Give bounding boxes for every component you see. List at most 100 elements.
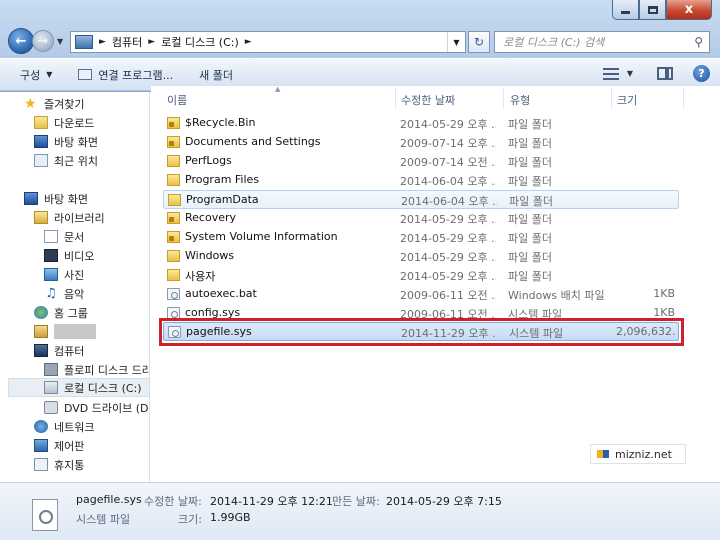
- file-row[interactable]: PerfLogs 2009-07-14 오전 ... 파일 폴더: [163, 152, 679, 171]
- nav-homegroup-label: 홈 그룹: [54, 306, 88, 320]
- breadcrumb-separator-icon[interactable]: ►: [148, 37, 155, 47]
- nav-pictures[interactable]: 사진: [44, 265, 84, 284]
- nav-network-label: 네트워크: [54, 420, 95, 434]
- nav-libraries[interactable]: 라이브러리: [34, 208, 105, 227]
- nav-control-panel-label: 제어판: [54, 439, 85, 453]
- folder-icon: [167, 269, 180, 281]
- column-header-type[interactable]: 유형: [510, 90, 530, 110]
- column-header-name-label: 이름: [167, 94, 188, 107]
- file-row[interactable]: 사용자 2014-05-29 오후 ... 파일 폴더: [163, 266, 679, 285]
- details-created-label: 만든 날짜:: [332, 495, 380, 508]
- nav-recent-places[interactable]: 최근 위치: [34, 151, 98, 170]
- site-watermark: mizniz.net: [590, 444, 686, 464]
- documents-icon: [44, 230, 58, 243]
- folder-icon: [167, 155, 180, 167]
- user-folder-icon: [34, 325, 48, 338]
- nav-music[interactable]: ♫ 음악: [44, 284, 84, 303]
- watermark-logo-icon: [597, 450, 609, 458]
- details-filename: pagefile.sys: [76, 493, 142, 506]
- file-row[interactable]: autoexec.bat 2009-06-11 오전 ... Windows 배…: [163, 285, 679, 304]
- column-divider[interactable]: [611, 88, 612, 108]
- column-divider[interactable]: [683, 88, 684, 108]
- file-size: 1KB: [653, 287, 675, 300]
- close-button[interactable]: x: [666, 0, 712, 20]
- nav-favorites[interactable]: ★ 즐겨찾기: [24, 94, 84, 113]
- file-row[interactable]: Documents and Settings 2009-07-14 오후 ...…: [163, 133, 679, 152]
- column-divider[interactable]: [503, 88, 504, 108]
- open-with-button[interactable]: 연결 프로그램...: [72, 64, 179, 86]
- view-dropdown-icon[interactable]: ▼: [627, 69, 633, 78]
- file-date: 2014-05-29 오후 ...: [400, 213, 496, 226]
- file-name: Documents and Settings: [185, 135, 321, 148]
- nav-dvd-drive[interactable]: DVD 드라이브 (D:): [44, 398, 149, 417]
- change-view-icon[interactable]: [602, 67, 619, 80]
- back-button[interactable]: ←: [8, 28, 34, 54]
- file-type: 파일 폴더: [508, 251, 552, 264]
- column-header-name[interactable]: 이름: [167, 90, 187, 110]
- minimize-button[interactable]: [612, 0, 639, 20]
- file-name: ProgramData: [186, 193, 259, 206]
- file-list: 이름 ▲ 수정한 날짜 유형 크기 $Recycle.Bin 2014-05-2…: [151, 85, 720, 482]
- folder-icon: [168, 194, 181, 206]
- batch-file-icon: [167, 288, 180, 300]
- computer-icon: [75, 35, 93, 49]
- nav-homegroup[interactable]: 홈 그룹: [34, 303, 88, 322]
- breadcrumb-computer[interactable]: 컴퓨터: [112, 34, 142, 50]
- nav-downloads[interactable]: 다운로드: [34, 113, 94, 132]
- column-header-size[interactable]: 크기: [617, 90, 637, 110]
- file-row[interactable]: Program Files 2014-06-04 오후 ... 파일 폴더: [163, 171, 679, 190]
- column-divider[interactable]: [395, 88, 396, 108]
- nav-control-panel[interactable]: 제어판: [34, 436, 84, 455]
- file-name: PerfLogs: [185, 154, 232, 167]
- nav-floppy-drive[interactable]: 플로피 디스크 드라이브: [44, 360, 150, 379]
- breadcrumb-separator-icon[interactable]: ►: [245, 37, 252, 47]
- search-input[interactable]: 로컬 디스크 (C:) 검색 ⚲: [494, 31, 710, 53]
- address-history-dropdown-icon[interactable]: ▼: [447, 32, 465, 52]
- file-name: autoexec.bat: [185, 287, 257, 300]
- file-row[interactable]: $Recycle.Bin 2014-05-29 오후 ... 파일 폴더: [163, 114, 679, 133]
- nav-computer[interactable]: 컴퓨터: [34, 341, 84, 360]
- nav-floppy-drive-label: 플로피 디스크 드라이브: [64, 363, 150, 377]
- organize-button[interactable]: 구성 ▼: [14, 64, 58, 86]
- file-name: 사용자: [185, 270, 216, 283]
- file-row[interactable]: ProgramData 2014-06-04 오후 ... 파일 폴더: [163, 190, 679, 209]
- locked-folder-icon: [167, 231, 180, 243]
- redacted-username: [54, 324, 96, 339]
- chevron-down-icon: ▼: [46, 70, 53, 79]
- nav-user-folder[interactable]: [34, 322, 96, 341]
- new-folder-button[interactable]: 새 폴더: [193, 64, 239, 86]
- nav-network[interactable]: 네트워크: [34, 417, 94, 436]
- nav-videos[interactable]: 비디오: [44, 246, 94, 265]
- file-type: Windows 배치 파일: [508, 289, 605, 302]
- nav-desktop[interactable]: 바탕 화면: [24, 189, 88, 208]
- breadcrumb-separator-icon[interactable]: ►: [99, 37, 106, 47]
- videos-icon: [44, 249, 58, 262]
- preview-pane-icon[interactable]: [657, 67, 673, 80]
- details-size-value: 1.99GB: [210, 511, 251, 524]
- file-type: 파일 폴더: [508, 118, 552, 131]
- file-row[interactable]: Windows 2014-05-29 오후 ... 파일 폴더: [163, 247, 679, 266]
- maximize-button[interactable]: [639, 0, 666, 20]
- file-row[interactable]: System Volume Information 2014-05-29 오후 …: [163, 228, 679, 247]
- file-row[interactable]: Recovery 2014-05-29 오후 ... 파일 폴더: [163, 209, 679, 228]
- desktop-icon: [34, 135, 48, 148]
- column-header-date[interactable]: 수정한 날짜: [401, 90, 455, 110]
- column-header-type-label: 유형: [510, 94, 531, 107]
- floppy-drive-icon: [44, 363, 58, 376]
- refresh-button[interactable]: ↻: [468, 31, 490, 53]
- address-bar[interactable]: ► 컴퓨터 ► 로컬 디스크 (C:) ► ▼: [70, 31, 466, 53]
- nav-local-disk[interactable]: 로컬 디스크 (C:): [8, 378, 149, 397]
- forward-button[interactable]: →: [32, 30, 54, 52]
- refresh-icon: ↻: [473, 35, 485, 49]
- nav-desktop-favorite[interactable]: 바탕 화면: [34, 132, 98, 151]
- nav-local-disk-label: 로컬 디스크 (C:): [64, 381, 142, 395]
- breadcrumb-local-disk[interactable]: 로컬 디스크 (C:): [161, 34, 239, 50]
- recent-pages-dropdown-icon[interactable]: ▼: [57, 37, 63, 46]
- nav-documents[interactable]: 문서: [44, 227, 84, 246]
- file-date: 2009-06-11 오전 ...: [400, 289, 496, 302]
- computer-icon: [34, 344, 48, 357]
- forward-arrow-icon: →: [37, 33, 49, 49]
- downloads-folder-icon: [34, 116, 48, 129]
- nav-recycle-bin[interactable]: 휴지통: [34, 455, 84, 474]
- help-icon[interactable]: ?: [693, 65, 710, 82]
